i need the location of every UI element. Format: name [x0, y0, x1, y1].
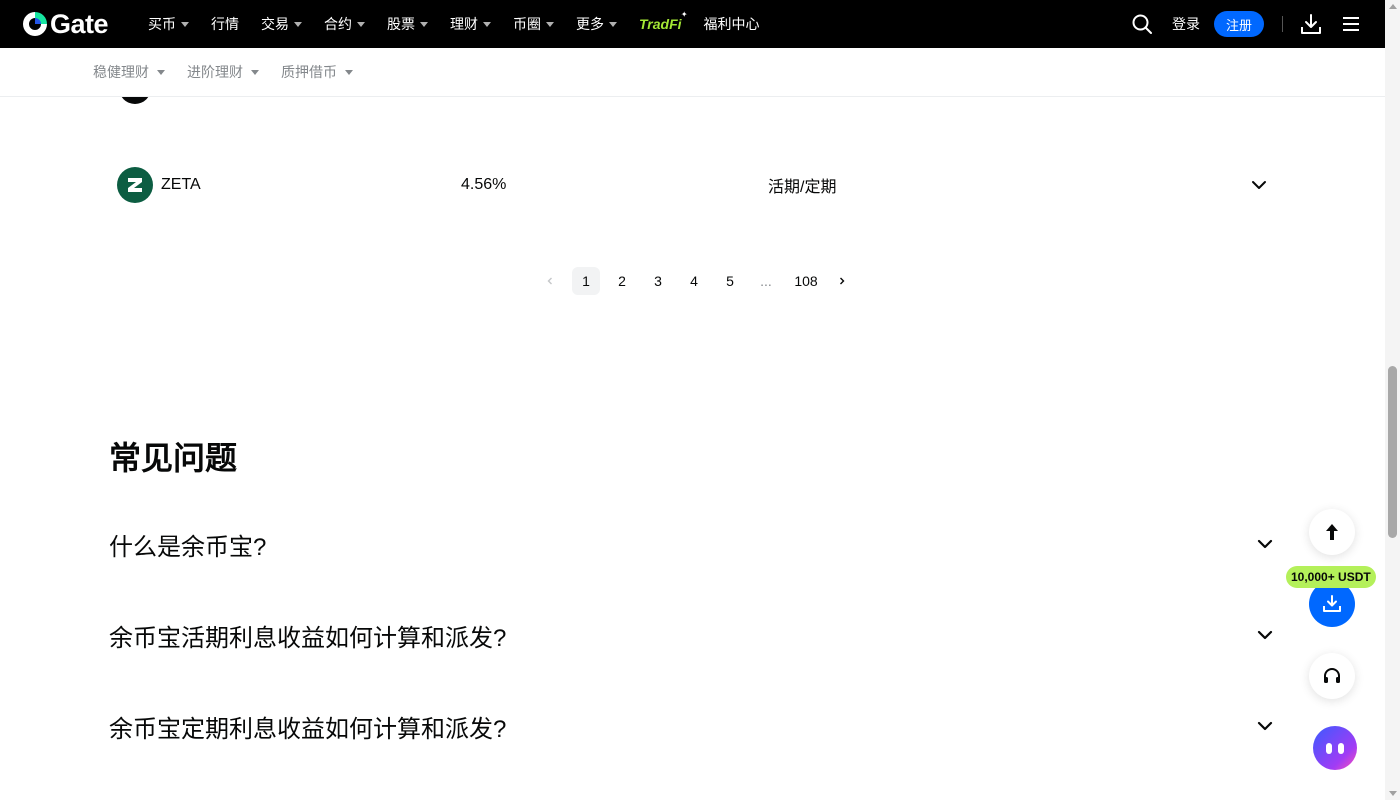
tradfi-label: TradFi: [639, 16, 682, 32]
nav-label: 买币: [148, 16, 176, 32]
nav-label: 合约: [324, 16, 352, 32]
page-button-4[interactable]: 4: [680, 267, 708, 295]
subnav-advanced-earn[interactable]: 进阶理财: [187, 62, 259, 82]
chevron-down-icon: [1257, 721, 1273, 731]
nav-label: 理财: [450, 16, 478, 32]
faq-question: 什么是余币宝?: [109, 533, 267, 561]
divider: [1282, 16, 1283, 32]
zeta-coin-icon: [117, 167, 153, 203]
gate-logo[interactable]: Gate: [22, 9, 109, 39]
bot-eye: [1338, 742, 1344, 754]
nav-community[interactable]: 币圈: [513, 14, 554, 34]
tradfi-logo: TradFi ✦: [639, 10, 688, 32]
caret-down-icon: [546, 21, 554, 27]
nav-actions: 登录 注册: [1130, 0, 1385, 48]
faq-question: 余币宝活期利息收益如何计算和派发?: [109, 624, 507, 652]
register-button[interactable]: 注册: [1213, 11, 1264, 37]
headset-icon: [1324, 668, 1340, 683]
bot-eye: [1326, 742, 1332, 754]
zeta-logo-icon: [128, 178, 142, 192]
page-button-1[interactable]: 1: [572, 267, 600, 295]
caret-down-icon: [483, 21, 491, 27]
nav-earn[interactable]: 理财: [450, 14, 491, 34]
subnav-crypto-loan[interactable]: 质押借币: [281, 62, 353, 82]
coin-product-type: 活期/定期: [768, 179, 837, 196]
caret-down-icon: [157, 69, 165, 75]
scroll-down-icon[interactable]: [1389, 791, 1397, 796]
download-app-button[interactable]: [1299, 12, 1323, 36]
arrow-up-icon: [1326, 524, 1338, 540]
nav-label: 交易: [261, 16, 289, 32]
faq-item[interactable]: 余币宝定期利息收益如何计算和派发?: [109, 706, 1275, 746]
subnav-stable-earn[interactable]: 稳健理财: [93, 62, 165, 82]
sparkle-icon: ✦: [680, 10, 688, 19]
ai-assistant-button[interactable]: [1313, 726, 1357, 770]
subnav-label: 稳健理财: [93, 64, 149, 80]
coin-apr: 4.56%: [461, 176, 507, 193]
faq-item[interactable]: 余币宝活期利息收益如何计算和派发?: [109, 615, 1275, 655]
caret-down-icon: [357, 21, 365, 27]
page-button-2[interactable]: 2: [608, 267, 636, 295]
nav-label: 行情: [211, 16, 239, 32]
reward-badge: 10,000+ USDT: [1286, 566, 1376, 588]
chevron-down-icon: [1257, 630, 1273, 640]
earn-subnav: 稳健理财 进阶理财 质押借币: [0, 48, 1385, 97]
caret-down-icon: [181, 21, 189, 27]
nav-futures[interactable]: 合约: [324, 14, 365, 34]
main-menu: 买币 行情 交易 合约 股票 理财 币圈 更多 TradFi ✦ 福利中心: [148, 0, 782, 48]
caret-down-icon: [609, 21, 617, 27]
nav-buy-crypto[interactable]: 买币: [148, 14, 189, 34]
caret-down-icon: [345, 69, 353, 75]
nav-stocks[interactable]: 股票: [387, 14, 428, 34]
nav-more[interactable]: 更多: [576, 14, 617, 34]
search-button[interactable]: [1130, 12, 1154, 36]
prev-page-button[interactable]: [536, 267, 564, 295]
nav-label: 更多: [576, 16, 604, 32]
back-to-top-button[interactable]: [1309, 509, 1355, 555]
download-icon: [1323, 595, 1341, 612]
next-page-button[interactable]: [828, 267, 856, 295]
chevron-down-icon[interactable]: [1249, 175, 1269, 195]
nav-trade[interactable]: 交易: [261, 14, 302, 34]
faq-title: 常见问题: [109, 440, 238, 476]
nav-markets[interactable]: 行情: [211, 14, 239, 34]
nav-label: 币圈: [513, 16, 541, 32]
scroll-up-icon[interactable]: [1389, 4, 1397, 9]
page-button-3[interactable]: 3: [644, 267, 672, 295]
scrollbar[interactable]: [1385, 0, 1400, 800]
nav-tradfi[interactable]: TradFi ✦: [639, 10, 688, 32]
top-navbar: Gate 买币 行情 交易 合约 股票 理财 币圈 更多 TradFi ✦ 福利中…: [0, 0, 1385, 48]
page-button-last[interactable]: 108: [788, 267, 824, 295]
customer-support-button[interactable]: [1309, 653, 1355, 699]
download-icon: [1301, 14, 1321, 34]
search-icon: [1132, 14, 1152, 34]
page-button-5[interactable]: 5: [716, 267, 744, 295]
caret-down-icon: [251, 69, 259, 75]
hamburger-menu-icon: [1343, 17, 1359, 31]
nav-label: 福利中心: [703, 16, 760, 32]
nav-welfare-center[interactable]: 福利中心: [704, 14, 760, 34]
faq-question: 余币宝定期利息收益如何计算和派发?: [109, 715, 507, 743]
menu-button[interactable]: [1339, 12, 1363, 36]
gate-logo-icon: [23, 12, 47, 36]
caret-down-icon: [420, 21, 428, 27]
login-link[interactable]: 登录: [1172, 14, 1200, 34]
logo-text: Gate: [50, 9, 109, 39]
caret-down-icon: [294, 21, 302, 27]
table-row[interactable]: ZETA 4.56% 活期/定期: [117, 167, 1269, 203]
faq-item[interactable]: 什么是余币宝?: [109, 524, 1275, 564]
coin-name: ZETA: [161, 176, 201, 193]
subnav-label: 进阶理财: [187, 64, 243, 80]
nav-label: 股票: [387, 16, 415, 32]
scrollbar-thumb[interactable]: [1388, 366, 1397, 538]
page-ellipsis: ...: [760, 273, 772, 289]
chevron-left-icon: [547, 277, 552, 285]
pagination: 1 2 3 4 5 ... 108: [536, 267, 864, 295]
chevron-down-icon: [1257, 539, 1273, 549]
chevron-right-icon: [840, 277, 845, 285]
subnav-label: 质押借币: [281, 64, 337, 80]
